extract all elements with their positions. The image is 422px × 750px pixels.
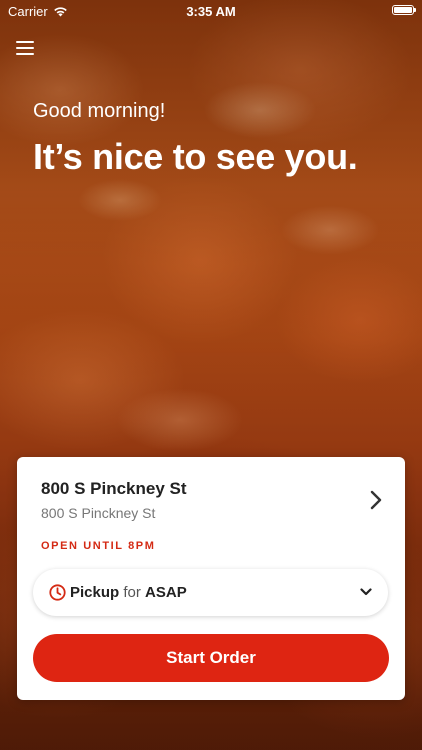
order-type-dropdown[interactable]: Pickup for ASAP	[33, 569, 388, 616]
chevron-down-icon	[360, 588, 372, 596]
order-time: ASAP	[145, 584, 187, 601]
chevron-right-icon	[370, 490, 382, 510]
welcome-headline: It’s nice to see you.	[33, 136, 358, 177]
location-card: 800 S Pinckney St 800 S Pinckney St OPEN…	[17, 457, 405, 700]
open-status-label: OPEN UNTIL 8PM	[41, 540, 156, 552]
battery-fill	[394, 7, 412, 13]
order-type-text: Pickup for ASAP	[70, 584, 187, 601]
clock-icon	[49, 584, 66, 601]
hamburger-menu-icon[interactable]	[16, 40, 34, 56]
battery-icon	[392, 5, 416, 15]
status-time: 3:35 AM	[186, 4, 236, 19]
store-address: 800 S Pinckney St	[41, 505, 156, 521]
order-connector: for	[123, 584, 141, 601]
greeting-text: Good morning!	[33, 100, 166, 122]
start-order-button[interactable]: Start Order	[33, 634, 389, 682]
status-bar: Carrier 3:35 AM	[0, 0, 422, 22]
order-mode: Pickup	[70, 584, 120, 601]
store-name: 800 S Pinckney St	[41, 479, 187, 498]
store-selector[interactable]: 800 S Pinckney St 800 S Pinckney St	[17, 475, 405, 535]
